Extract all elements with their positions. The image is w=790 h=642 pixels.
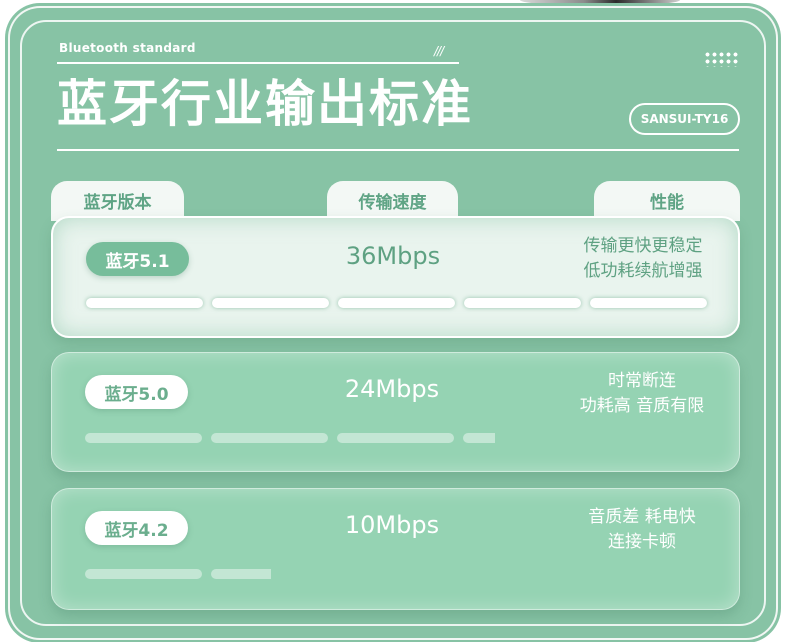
performance-text: 时常断连 功耗高 音质有限	[542, 369, 742, 419]
bar-segment	[211, 569, 272, 579]
model-badge: SANSUI-TY16	[629, 103, 740, 135]
version-badge: 蓝牙5.0	[85, 375, 188, 409]
bar-segment	[212, 298, 329, 308]
speed-value: 36Mbps	[345, 242, 441, 270]
speed-value: 24Mbps	[344, 375, 440, 403]
header-divider	[57, 149, 739, 151]
slash-decoration: ///	[434, 44, 444, 58]
bar-segment	[464, 298, 581, 308]
performance-line-1: 音质差 耗电快	[588, 507, 696, 527]
speed-bar	[85, 569, 705, 579]
column-header-performance: 性能	[594, 181, 740, 221]
eyebrow-text: Bluetooth standard	[59, 41, 196, 55]
version-badge: 蓝牙4.2	[85, 511, 188, 545]
bar-segment	[211, 433, 328, 443]
performance-line-1: 时常断连	[608, 371, 676, 391]
version-badge: 蓝牙5.1	[86, 242, 189, 276]
page-title: 蓝牙行业输出标准	[57, 75, 473, 133]
bar-segment	[463, 433, 495, 443]
performance-line-2: 连接卡顿	[608, 532, 676, 552]
table-row-bt42: 蓝牙4.2 10Mbps 音质差 耗电快 连接卡顿	[51, 488, 740, 610]
bar-segment	[85, 433, 202, 443]
speed-bar	[86, 298, 707, 308]
bar-segment	[590, 298, 707, 308]
speed-bar	[85, 433, 705, 443]
bar-segment	[338, 298, 455, 308]
bar-segment	[337, 433, 454, 443]
performance-line-2: 功耗高 音质有限	[579, 396, 705, 416]
eyebrow-divider	[57, 62, 459, 64]
performance-text: 音质差 耗电快 连接卡顿	[542, 505, 742, 555]
bar-segment	[85, 569, 202, 579]
product-image-fragment	[520, 0, 680, 6]
performance-text: 传输更快更稳定 低功耗续航增强	[543, 234, 743, 284]
dot-grid-icon	[704, 51, 738, 67]
column-header-version: 蓝牙版本	[51, 181, 184, 221]
bar-segment	[86, 298, 203, 308]
performance-line-2: 低功耗续航增强	[583, 261, 703, 281]
table-row-bt51: 蓝牙5.1 36Mbps 传输更快更稳定 低功耗续航增强	[51, 216, 740, 338]
performance-line-1: 传输更快更稳定	[583, 236, 703, 256]
table-row-bt50: 蓝牙5.0 24Mbps 时常断连 功耗高 音质有限	[51, 352, 740, 472]
column-header-speed: 传输速度	[327, 181, 458, 221]
speed-value: 10Mbps	[344, 511, 440, 539]
